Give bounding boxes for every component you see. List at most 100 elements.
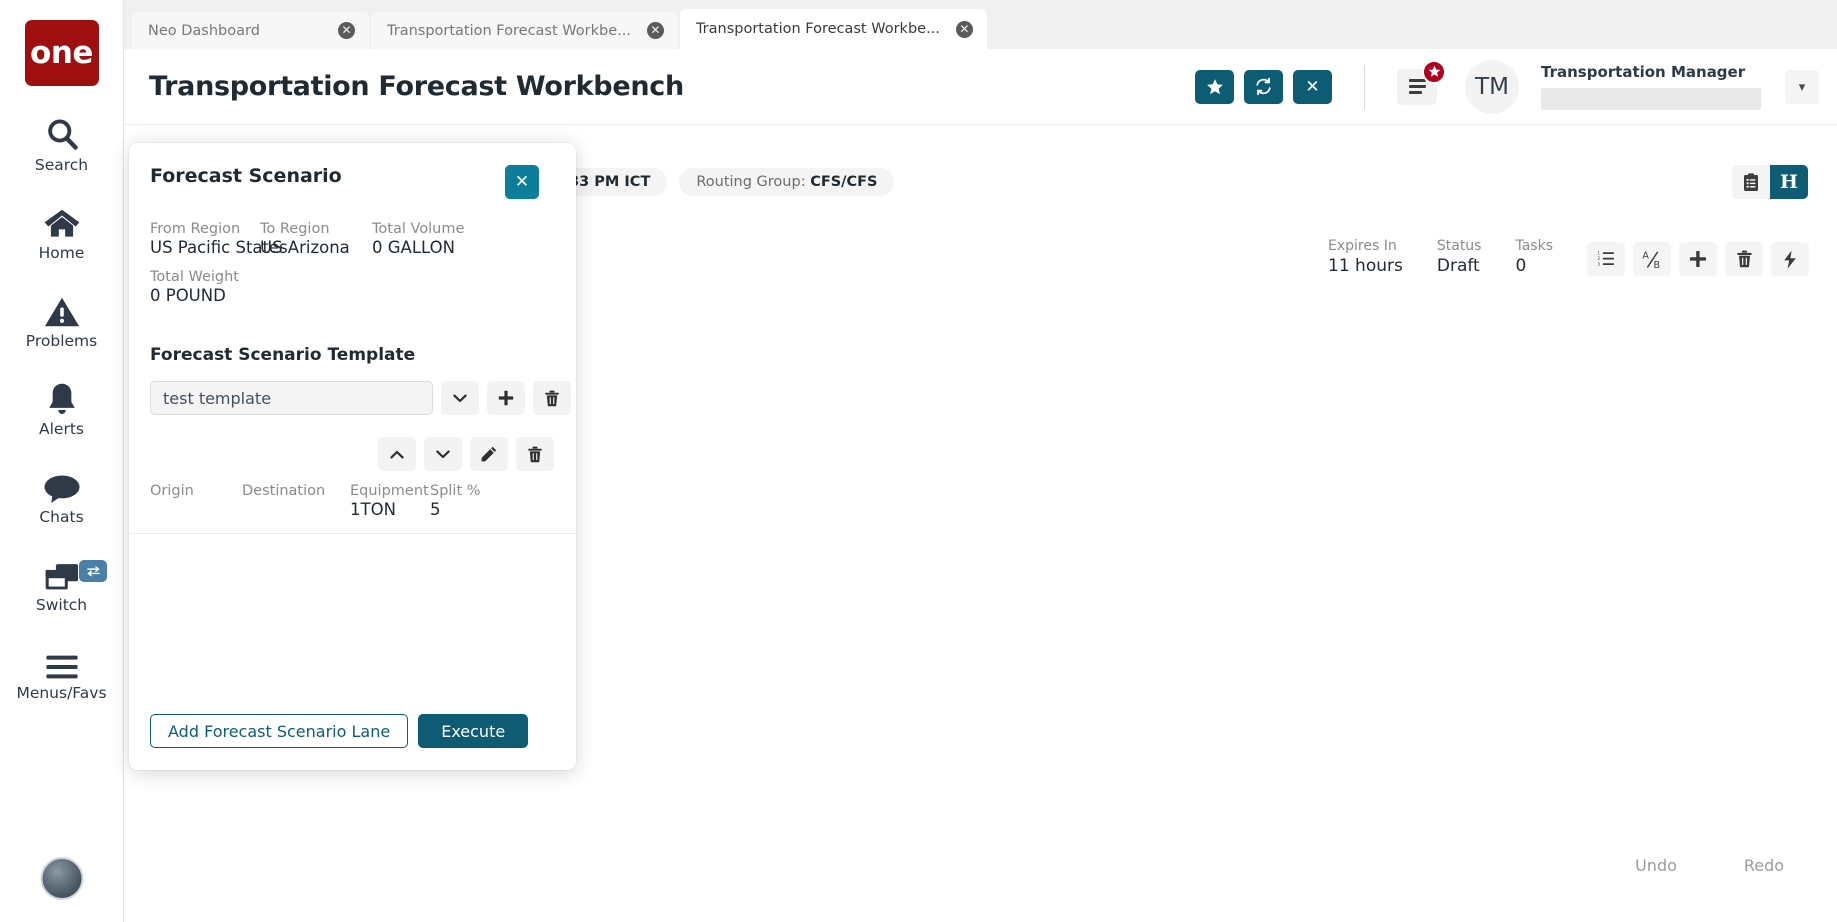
lane-col-label: Origin <box>150 483 194 499</box>
undo-button[interactable]: Undo <box>1613 847 1699 884</box>
sidebar-item-label: Chats <box>39 508 84 526</box>
dialog-title: Forecast Scenario <box>150 165 342 187</box>
lane-col-label: Equipment <box>350 483 429 499</box>
execute-button[interactable]: Execute <box>418 714 529 748</box>
compare-ab-icon[interactable]: A B <box>1633 242 1671 276</box>
dialog-close-button[interactable]: ✕ <box>505 165 539 199</box>
view-toggle-group: H <box>1732 165 1808 199</box>
tab-neo-dashboard[interactable]: Neo Dashboard ✕ <box>132 12 369 49</box>
lane-divider <box>129 533 576 534</box>
brand-logo-text: one <box>30 35 93 71</box>
lane-move-down-button[interactable] <box>424 437 462 471</box>
lane-col-label: Split % <box>430 483 481 499</box>
globe-avatar-button[interactable] <box>40 857 83 900</box>
sidebar-item-menus-favs[interactable]: Menus/Favs <box>0 640 123 702</box>
field-label: Total Volume <box>372 221 465 237</box>
tab-label: Transportation Forecast Workbe... <box>387 22 631 39</box>
clipboard-view-button[interactable] <box>1732 165 1770 199</box>
close-icon[interactable]: ✕ <box>338 22 355 39</box>
page-header: Transportation Forecast Workbench ✕ TM T… <box>124 49 1837 125</box>
field-label: From Region <box>150 221 241 237</box>
close-button[interactable]: ✕ <box>1293 69 1332 104</box>
sidebar-item-label: Alerts <box>39 420 84 438</box>
sidebar-item-chats[interactable]: Chats <box>0 464 123 526</box>
close-icon[interactable]: ✕ <box>955 20 973 38</box>
template-selector-row <box>150 381 576 415</box>
template-add-button[interactable] <box>487 381 525 415</box>
brand-logo[interactable]: one <box>24 20 99 86</box>
delete-icon[interactable] <box>1725 242 1763 276</box>
lane-delete-button[interactable] <box>516 437 554 471</box>
template-input[interactable] <box>150 381 433 415</box>
tab-transportation-forecast-workbench-2[interactable]: Transportation Forecast Workbe... ✕ <box>679 9 987 49</box>
sidebar-item-alerts[interactable]: Alerts <box>0 376 123 438</box>
sidebar-item-search[interactable]: Search <box>0 112 123 174</box>
routing-group-value: CFS/CFS <box>810 174 878 190</box>
lane-col-origin: Origin <box>150 483 242 519</box>
chevron-down-icon <box>453 394 467 403</box>
switch-icon <box>44 552 80 592</box>
stat-value: 0 <box>1515 256 1527 276</box>
history-view-button[interactable]: H <box>1770 165 1808 199</box>
sidebar-item-problems[interactable]: Problems <box>0 288 123 350</box>
dialog-header: Forecast Scenario ✕ <box>129 143 576 199</box>
sidebar-item-switch[interactable]: Switch <box>0 552 123 614</box>
status-summary-row: Expires In 11 hours Status Draft Tasks 0… <box>1328 238 1809 276</box>
stat-expires-in: Expires In 11 hours <box>1328 238 1403 276</box>
switch-toggle-badge-icon[interactable] <box>79 560 107 582</box>
chevron-down-icon <box>436 450 450 459</box>
hamburger-icon <box>1408 79 1426 94</box>
template-dropdown-button[interactable] <box>441 381 479 415</box>
stat-key: Tasks <box>1515 238 1553 254</box>
execute-bolt-icon[interactable] <box>1771 242 1809 276</box>
lane-move-up-button[interactable] <box>378 437 416 471</box>
tab-transportation-forecast-workbench-1[interactable]: Transportation Forecast Workbe... ✕ <box>371 12 678 49</box>
redo-button[interactable]: Redo <box>1721 847 1807 884</box>
list-view-icon[interactable]: 1 2 3 <box>1587 242 1625 276</box>
stat-key: Expires In <box>1328 238 1397 254</box>
svg-text:A: A <box>1642 250 1649 261</box>
add-icon[interactable] <box>1679 242 1717 276</box>
search-icon <box>44 112 80 152</box>
chat-icon <box>43 464 81 504</box>
close-icon[interactable]: ✕ <box>646 22 664 39</box>
template-delete-button[interactable] <box>533 381 571 415</box>
lane-edit-button[interactable] <box>470 437 508 471</box>
lane-col-equipment: Equipment 1TON <box>350 483 430 519</box>
star-icon <box>1422 59 1446 84</box>
svg-text:B: B <box>1653 260 1660 269</box>
avatar[interactable]: TM <box>1465 59 1519 114</box>
svg-text:2: 2 <box>1597 256 1600 261</box>
dialog-footer: Add Forecast Scenario Lane Execute <box>129 714 576 770</box>
field-value: 0 GALLON <box>372 238 455 257</box>
menu-favorites-button[interactable] <box>1397 59 1446 105</box>
user-menu-chevron-down-icon[interactable]: ▾ <box>1785 69 1819 104</box>
sidebar-item-label: Search <box>34 156 89 174</box>
field-from-region: From Region US Pacific States <box>150 221 288 257</box>
stat-tasks: Tasks 0 <box>1515 238 1553 276</box>
favorite-button[interactable] <box>1195 69 1234 104</box>
user-role-label: Transportation Manager <box>1541 63 1746 81</box>
refresh-icon <box>1254 77 1273 96</box>
header-divider <box>1364 64 1365 109</box>
sidebar-item-label: Problems <box>25 332 98 350</box>
footer-action-bar: Undo Redo <box>1613 847 1807 884</box>
sidebar-item-home[interactable]: Home <box>0 200 123 262</box>
stat-value: 11 hours <box>1328 256 1403 276</box>
user-org-placeholder <box>1541 88 1761 110</box>
refresh-button[interactable] <box>1244 69 1283 104</box>
trash-icon <box>544 390 560 407</box>
routing-group-chip: Routing Group: CFS/CFS <box>679 168 895 196</box>
routing-group-key: Routing Group: <box>696 174 806 190</box>
field-value: 0 POUND <box>150 286 226 305</box>
chevron-up-icon <box>390 450 404 459</box>
field-label: Total Weight <box>150 269 239 285</box>
browser-tab-bar: Neo Dashboard ✕ Transportation Forecast … <box>124 0 1837 49</box>
close-icon: ✕ <box>514 172 530 191</box>
lane-col-value: 5 <box>430 500 441 519</box>
stat-status: Status Draft <box>1437 238 1482 276</box>
template-section-title: Forecast Scenario Template <box>150 345 416 365</box>
lane-row: Origin Destination Equipment 1TON Split … <box>150 483 576 519</box>
add-forecast-scenario-lane-button[interactable]: Add Forecast Scenario Lane <box>150 714 409 748</box>
stat-key: Status <box>1436 238 1482 254</box>
